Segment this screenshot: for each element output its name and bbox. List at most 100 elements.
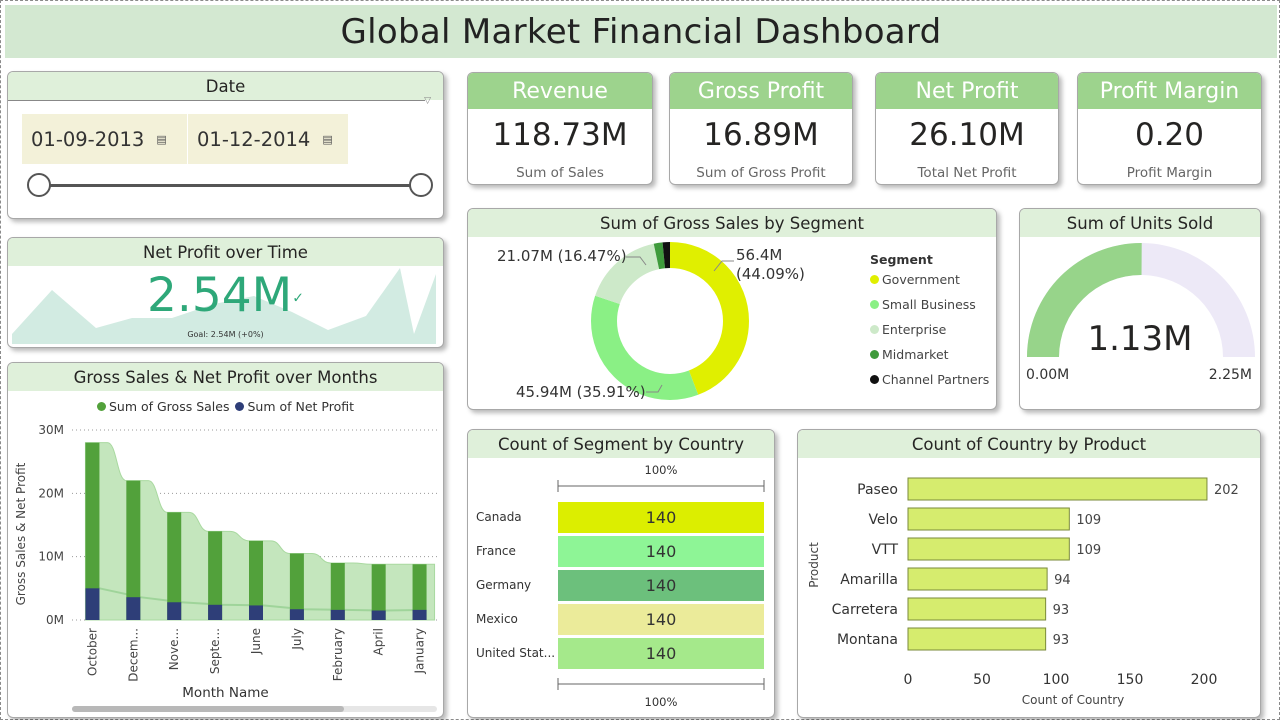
net-profit-time-card[interactable]: Net Profit over Time 2.54M✓ Goal: 2.54M … bbox=[7, 237, 444, 348]
y-tick-label: 10M bbox=[38, 550, 64, 564]
product-value-label: 202 bbox=[1214, 483, 1239, 498]
date-slicer-card[interactable]: Date ▽ 01-09-2013 ▤ 01-12-2014 ▤ bbox=[7, 71, 444, 219]
product-label: VTT bbox=[872, 542, 899, 558]
legend-item-enterprise[interactable]: Enterprise bbox=[870, 322, 946, 337]
product-value-label: 94 bbox=[1054, 573, 1071, 588]
units-gauge-min: 0.00M bbox=[1026, 367, 1070, 383]
x-tick-label: October bbox=[85, 628, 99, 676]
kpi-value: 118.73M bbox=[492, 117, 628, 153]
kpi-value: 16.89M bbox=[703, 117, 819, 153]
product-bar bbox=[907, 567, 1048, 591]
segment-donut-card[interactable]: Sum of Gross Sales by Segment 21.07M (16… bbox=[467, 208, 997, 410]
kpi-title: Net Profit bbox=[876, 73, 1058, 109]
legend-dot bbox=[870, 350, 879, 359]
bar-net-profit bbox=[249, 605, 263, 620]
table-row-cell[interactable]: 140 bbox=[558, 570, 764, 601]
y-tick-label: 20M bbox=[38, 486, 64, 500]
kpi-subtitle: Sum of Gross Profit bbox=[696, 165, 826, 181]
segment-legend-title: Segment bbox=[870, 252, 933, 267]
bar-net-profit bbox=[289, 609, 304, 620]
calendar-icon[interactable]: ▤ bbox=[322, 133, 332, 146]
table-row-cell[interactable]: 140 bbox=[558, 536, 764, 567]
date-slicer-title: Date bbox=[8, 72, 443, 100]
product-xlabel: Count of Country bbox=[1021, 693, 1125, 707]
kpi-card-net-profit[interactable]: Net Profit 26.10M Total Net Profit bbox=[875, 72, 1059, 185]
check-icon: ✓ bbox=[292, 290, 304, 307]
x-tick-label: 200 bbox=[1191, 672, 1218, 688]
x-tick-label: January bbox=[413, 628, 427, 675]
legend-label: Midmarket bbox=[882, 347, 949, 362]
scrollbar-thumb[interactable] bbox=[72, 706, 344, 712]
product-bar bbox=[907, 627, 1047, 651]
legend-item-midmarket[interactable]: Midmarket bbox=[870, 347, 949, 362]
divider bbox=[8, 100, 425, 101]
y-tick-label: 30M bbox=[38, 423, 64, 437]
chevron-down-icon[interactable]: ▽ bbox=[424, 96, 431, 106]
product-label: Montana bbox=[837, 632, 898, 648]
table-row-cell[interactable]: 140 bbox=[558, 502, 764, 533]
donut-label-enterprise: 21.07M (16.47%) bbox=[497, 247, 627, 265]
product-bar bbox=[907, 477, 1208, 501]
units-gauge-max: 2.25M bbox=[1208, 367, 1252, 383]
y-tick-label: 0M bbox=[46, 613, 64, 627]
legend-dot bbox=[870, 300, 879, 309]
donut-label-government-line1: 56.4M bbox=[736, 246, 783, 264]
table-row-cell[interactable]: 140 bbox=[558, 604, 764, 635]
kpi-card-gross-profit[interactable]: Gross Profit 16.89M Sum of Gross Profit bbox=[669, 72, 853, 185]
legend-dot bbox=[870, 375, 879, 384]
product-label: Paseo bbox=[857, 482, 898, 498]
units-gauge-value: 1.13M bbox=[1087, 319, 1193, 359]
table-row-country: Canada bbox=[476, 510, 522, 524]
kpi-subtitle: Total Net Profit bbox=[917, 165, 1017, 181]
months-chart-plot: 0M 10M 20M 30M October Decem... Nove... Septe..… bbox=[38, 423, 440, 682]
units-gauge-card[interactable]: Sum of Units Sold 1.13M 0.00M 2.25M bbox=[1019, 208, 1261, 410]
country-table-card[interactable]: Count of Segment by Country 100% Canada … bbox=[467, 429, 775, 718]
x-tick-label: April bbox=[372, 628, 386, 655]
product-bar bbox=[907, 597, 1047, 621]
product-chart-plot: Paseo 202 Velo 109 VTT 109 Amarilla 94 Carretera… bbox=[832, 477, 1239, 688]
bar-net-profit bbox=[330, 609, 345, 620]
legend-label: Small Business bbox=[882, 297, 976, 312]
legend-item-government[interactable]: Government bbox=[870, 272, 960, 287]
x-tick-label: June bbox=[249, 628, 263, 655]
product-label: Amarilla bbox=[840, 572, 898, 588]
calendar-icon[interactable]: ▤ bbox=[156, 133, 166, 146]
legend-label: Enterprise bbox=[882, 322, 947, 337]
x-tick-label: 0 bbox=[904, 672, 913, 688]
dashboard-title: Global Market Financial Dashboard bbox=[5, 5, 1277, 58]
legend-item-small-business[interactable]: Small Business bbox=[870, 297, 976, 312]
bar-net-profit bbox=[167, 602, 182, 620]
table-row-country: United Stat... bbox=[476, 646, 556, 660]
legend-dot bbox=[870, 275, 879, 284]
date-range-handle-end[interactable] bbox=[409, 173, 433, 197]
kpi-title: Gross Profit bbox=[670, 73, 852, 109]
table-row-cell[interactable]: 140 bbox=[558, 638, 764, 669]
product-chart-card[interactable]: Count of Country by Product Paseo 202 Velo… bbox=[797, 429, 1261, 718]
date-end-input[interactable]: 01-12-2014 ▤ bbox=[188, 114, 348, 164]
x-tick-label: 150 bbox=[1117, 672, 1144, 688]
horizontal-scrollbar[interactable] bbox=[72, 706, 437, 712]
legend-item-channel-partners[interactable]: Channel Partners bbox=[870, 372, 989, 387]
product-label: Velo bbox=[868, 512, 898, 528]
bar-net-profit bbox=[208, 604, 223, 620]
legend-label: Government bbox=[882, 272, 960, 287]
bar-net-profit bbox=[85, 588, 100, 620]
months-ylabel: Gross Sales & Net Profit bbox=[14, 462, 28, 606]
months-chart-card[interactable]: Gross Sales & Net Profit over Months Sum… bbox=[7, 362, 444, 718]
product-value-label: 93 bbox=[1053, 603, 1070, 618]
kpi-card-profit-margin[interactable]: Profit Margin 0.20 Profit Margin bbox=[1077, 72, 1262, 185]
product-bar bbox=[907, 507, 1070, 531]
bar-net-profit bbox=[412, 609, 427, 620]
legend-dot bbox=[870, 325, 879, 334]
product-value-label: 109 bbox=[1076, 543, 1101, 558]
legend-label: Channel Partners bbox=[882, 372, 990, 387]
table-row-country: France bbox=[476, 544, 516, 558]
date-start-input[interactable]: 01-09-2013 ▤ bbox=[22, 114, 187, 164]
x-tick-label: February bbox=[331, 628, 345, 681]
date-range-track[interactable] bbox=[38, 184, 423, 187]
date-range-handle-start[interactable] bbox=[27, 173, 51, 197]
date-end-value: 01-12-2014 bbox=[197, 127, 311, 151]
x-tick-label: Decem... bbox=[126, 628, 140, 682]
kpi-card-revenue[interactable]: Revenue 118.73M Sum of Sales bbox=[467, 72, 653, 185]
product-label: Carretera bbox=[832, 602, 898, 618]
